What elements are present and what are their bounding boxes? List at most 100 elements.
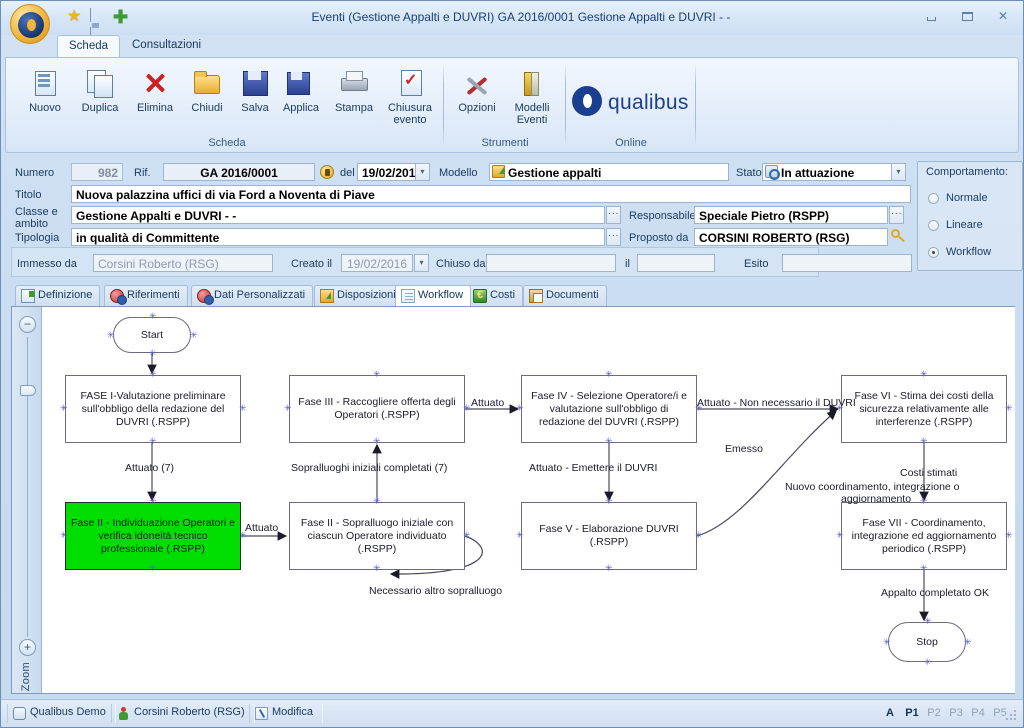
page-indicator-p1[interactable]: P1 xyxy=(901,705,923,722)
node-handle[interactable]: ✳ xyxy=(516,404,524,413)
page-indicator-p2[interactable]: P2 xyxy=(923,705,945,722)
del-date-dropdown[interactable]: ▾ xyxy=(415,163,430,181)
node-handle[interactable]: ✳ xyxy=(190,331,198,340)
node-fase-4[interactable]: Fase IV - Selezione Operatore/i e valuta… xyxy=(521,375,697,443)
tab-riferimenti[interactable]: Riferimenti xyxy=(104,285,188,306)
close-button[interactable]: ✕ xyxy=(993,9,1013,25)
node-handle[interactable]: ✳ xyxy=(605,564,613,573)
numero-field[interactable]: 982 xyxy=(71,163,123,181)
page-indicator-p3[interactable]: P3 xyxy=(945,705,967,722)
node-fase-7[interactable]: Fase VII - Coordinamento, integrazione e… xyxy=(841,502,1007,570)
responsabile-field[interactable]: Speciale Pietro (RSPP) xyxy=(694,206,888,224)
tipologia-browse-button[interactable]: ··· xyxy=(606,228,621,246)
status-user[interactable]: Corsini Roberto (RSG) xyxy=(111,704,255,723)
creato-dropdown[interactable]: ▾ xyxy=(414,254,429,272)
node-fase-3[interactable]: Fase III - Raccogliere offerta degli Ope… xyxy=(289,375,465,443)
new-card-icon[interactable] xyxy=(90,8,107,41)
zoom-slider-bar[interactable]: − + Zoom xyxy=(12,307,42,693)
ribbon-button-applica[interactable]: Applica xyxy=(272,64,330,130)
node-handle[interactable]: ✳ xyxy=(516,531,524,540)
workflow-diagram[interactable]: Start FASE I-Valutazione preliminare sul… xyxy=(43,307,1015,693)
node-handle[interactable]: ✳ xyxy=(924,658,932,667)
classe-field[interactable]: Gestione Appalti e DUVRI - - xyxy=(71,206,605,224)
tab-documenti[interactable]: Documenti xyxy=(523,285,607,306)
node-stop[interactable]: Stop xyxy=(888,622,966,662)
stato-dropdown[interactable]: ▾ xyxy=(891,163,906,181)
node-handle[interactable]: ✳ xyxy=(605,437,613,446)
status-database[interactable]: Qualibus Demo xyxy=(7,704,116,723)
node-fase-2-individuazione[interactable]: Fase II - Individuazione Operatori e ver… xyxy=(65,502,241,570)
proposto-field[interactable]: CORSINI ROBERTO (RSG) xyxy=(694,228,888,246)
stato-field[interactable]: In attuazione xyxy=(762,163,897,181)
node-handle[interactable]: ✳ xyxy=(60,531,68,540)
node-handle[interactable]: ✳ xyxy=(149,497,157,506)
status-mode[interactable]: Modifica xyxy=(249,704,323,723)
node-handle[interactable]: ✳ xyxy=(605,370,613,379)
tab-workflow[interactable]: Workflow xyxy=(395,285,472,306)
node-fase-5[interactable]: Fase V - Elaborazione DUVRI (.RSPP) xyxy=(521,502,697,570)
node-fase-1[interactable]: FASE I-Valutazione preliminare sull'obbl… xyxy=(65,375,241,443)
qualibus-logo[interactable]: qualibus xyxy=(572,82,692,122)
node-handle[interactable]: ✳ xyxy=(883,638,891,647)
add-icon[interactable]: ✚ xyxy=(113,8,130,26)
node-handle[interactable]: ✳ xyxy=(964,638,972,647)
del-date-field[interactable]: 19/02/2016 xyxy=(357,163,422,181)
ribbon-tab-consultazioni[interactable]: Consultazioni xyxy=(121,35,212,58)
app-logo-icon[interactable] xyxy=(10,4,50,44)
ribbon-button-chiusura-evento[interactable]: Chiusura evento xyxy=(378,64,442,130)
node-handle[interactable]: ✳ xyxy=(605,497,613,506)
node-handle[interactable]: ✳ xyxy=(149,370,157,379)
lock-icon[interactable] xyxy=(320,165,334,179)
node-handle[interactable]: ✳ xyxy=(149,349,157,358)
zoom-out-button[interactable]: − xyxy=(19,316,36,333)
favorite-star-icon[interactable]: ★ xyxy=(67,9,84,26)
node-handle[interactable]: ✳ xyxy=(463,531,471,540)
node-handle[interactable]: ✳ xyxy=(836,531,844,540)
minimize-button[interactable] xyxy=(921,9,941,25)
node-handle[interactable]: ✳ xyxy=(149,437,157,446)
ribbon-button-opzioni[interactable]: Opzioni xyxy=(448,64,506,130)
ribbon-button-elimina[interactable]: Elimina xyxy=(126,64,184,130)
ribbon-button-duplica[interactable]: Duplica xyxy=(71,64,129,130)
node-fase-6[interactable]: Fase VI - Stima dei costi della sicurezz… xyxy=(841,375,1007,443)
node-handle[interactable]: ✳ xyxy=(920,564,928,573)
node-handle[interactable]: ✳ xyxy=(107,331,115,340)
ribbon-button-nuovo[interactable]: Nuovo xyxy=(16,64,74,130)
ribbon-button-stampa[interactable]: Stampa xyxy=(325,64,383,130)
ribbon-button-modelli-eventi[interactable]: Modelli Eventi xyxy=(503,64,561,130)
classe-browse-button[interactable]: ··· xyxy=(606,206,621,224)
node-handle[interactable]: ✳ xyxy=(695,531,703,540)
node-handle[interactable]: ✳ xyxy=(239,404,247,413)
tab-costi[interactable]: Costi xyxy=(467,285,524,306)
page-indicator-a[interactable]: A xyxy=(879,705,901,722)
rif-field[interactable]: GA 2016/0001 xyxy=(163,163,315,181)
node-handle[interactable]: ✳ xyxy=(924,617,932,626)
modello-field[interactable]: Gestione appalti xyxy=(489,163,729,181)
tab-definizione[interactable]: Definizione xyxy=(15,285,101,306)
ribbon-tab-scheda[interactable]: Scheda xyxy=(57,35,121,58)
node-handle[interactable]: ✳ xyxy=(373,564,381,573)
node-fase-2-sopralluogo[interactable]: Fase II - Sopralluogo iniziale con ciasc… xyxy=(289,502,465,570)
node-handle[interactable]: ✳ xyxy=(1005,404,1013,413)
page-indicator-p4[interactable]: P4 xyxy=(967,705,989,722)
node-handle[interactable]: ✳ xyxy=(920,370,928,379)
titolo-field[interactable]: Nuova palazzina uffici di via Ford a Nov… xyxy=(71,185,911,203)
node-handle[interactable]: ✳ xyxy=(149,312,157,321)
maximize-button[interactable] xyxy=(957,9,977,25)
responsabile-browse-button[interactable]: ··· xyxy=(889,206,904,224)
tab-dati-personalizzati[interactable]: Dati Personalizzati xyxy=(191,285,314,306)
node-handle[interactable]: ✳ xyxy=(1005,531,1013,540)
tipologia-field[interactable]: in qualità di Committente xyxy=(71,228,605,246)
node-handle[interactable]: ✳ xyxy=(284,404,292,413)
node-handle[interactable]: ✳ xyxy=(149,564,157,573)
node-handle[interactable]: ✳ xyxy=(373,370,381,379)
node-handle[interactable]: ✳ xyxy=(920,497,928,506)
tab-disposizioni[interactable]: Disposizioni xyxy=(314,285,404,306)
zoom-thumb[interactable] xyxy=(20,385,36,396)
resize-grip[interactable] xyxy=(1006,710,1018,722)
zoom-in-button[interactable]: + xyxy=(19,639,36,656)
node-handle[interactable]: ✳ xyxy=(373,437,381,446)
node-handle[interactable]: ✳ xyxy=(920,437,928,446)
node-handle[interactable]: ✳ xyxy=(463,404,471,413)
node-handle[interactable]: ✳ xyxy=(373,497,381,506)
